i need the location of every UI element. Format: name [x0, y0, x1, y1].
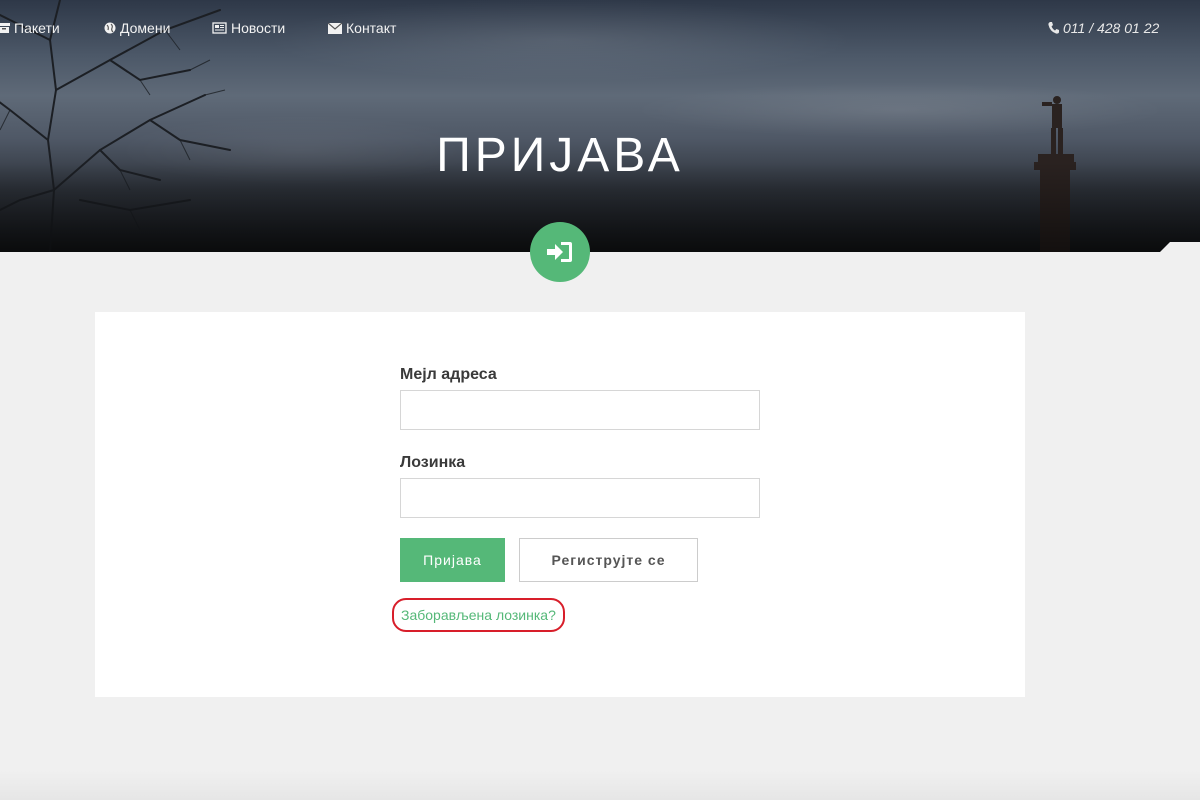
archive-icon — [0, 23, 10, 33]
register-button[interactable]: Региструјте се — [519, 538, 698, 582]
phone-text: 011 / 428 01 22 — [1063, 20, 1160, 36]
phone-icon — [1048, 22, 1059, 34]
password-label: Лозинка — [400, 454, 466, 471]
page-title: ПРИЈАВА — [436, 129, 684, 182]
nav-item-label: Новости — [231, 20, 286, 36]
nav-item-domains[interactable]: Домени — [104, 20, 170, 36]
nav-item-label: Пакети — [14, 20, 60, 36]
email-label: Мејл адреса — [400, 366, 497, 383]
phone-number[interactable]: 011 / 428 01 22 — [1048, 20, 1159, 36]
envelope-icon — [328, 22, 342, 34]
nav-item-label: Контакт — [346, 20, 397, 36]
login-button[interactable]: Пријава — [400, 538, 505, 582]
forgot-password-label: Заборављена лозинка? — [401, 607, 556, 623]
nav-item-packages[interactable]: Пакети — [0, 20, 60, 36]
email-field[interactable] — [400, 390, 760, 430]
nav-item-contact[interactable]: Контакт — [328, 20, 396, 36]
globe-icon — [104, 22, 116, 34]
nav-item-label: Домени — [120, 20, 171, 36]
hero-banner: Пакети Домени Новости Контакт 011 / 428 … — [0, 0, 1200, 252]
password-field[interactable] — [400, 478, 760, 518]
footer-shade — [0, 770, 1200, 800]
forgot-password-link[interactable]: Заборављена лозинка? — [392, 598, 565, 632]
newspaper-icon — [212, 22, 227, 34]
login-badge — [530, 222, 590, 282]
sign-in-icon — [547, 242, 572, 262]
nav-item-news[interactable]: Новости — [212, 20, 285, 36]
